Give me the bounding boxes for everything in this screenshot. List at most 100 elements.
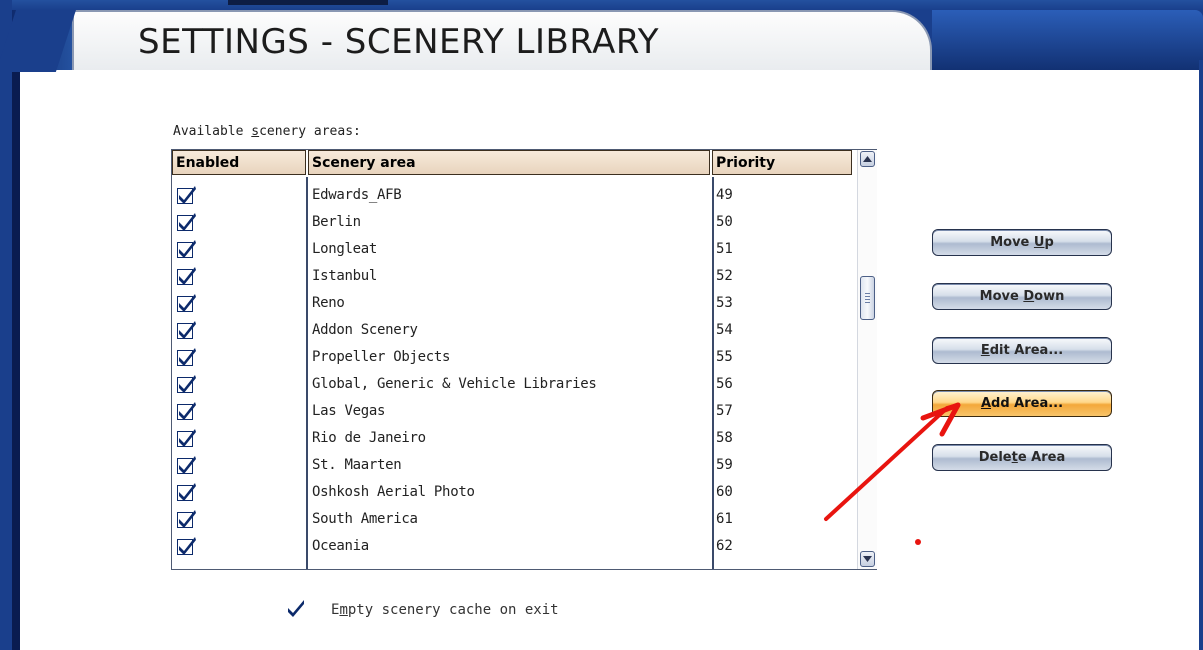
- grip-line: [865, 302, 870, 303]
- checkbox-checked-icon[interactable]: [177, 320, 197, 340]
- window-left-border: [0, 0, 12, 650]
- scenery-priority: 61: [716, 511, 733, 527]
- table-row[interactable]: Addon Scenery 54: [173, 317, 853, 344]
- scrollbar-thumb[interactable]: [860, 276, 875, 320]
- table-row[interactable]: Reno 53: [173, 290, 853, 317]
- scenery-priority: 59: [716, 457, 733, 473]
- scenery-area-name: St. Maarten: [312, 457, 402, 473]
- scenery-priority: 50: [716, 214, 733, 230]
- window-top-strip: [0, 0, 1203, 10]
- scenery-area-name: Global, Generic & Vehicle Libraries: [312, 376, 597, 392]
- scenery-priority: 56: [716, 376, 733, 392]
- scenery-area-name: Longleat: [312, 241, 378, 257]
- button-label-accel: D: [1023, 289, 1035, 304]
- label-part: pty scenery cache on exit: [347, 602, 559, 618]
- scenery-priority: 55: [716, 349, 733, 365]
- checkbox-checked-icon[interactable]: [177, 482, 197, 502]
- scenery-list-label: Available scenery areas:: [173, 124, 361, 139]
- checkbox-checked-icon[interactable]: [177, 347, 197, 367]
- grip-line: [865, 293, 870, 294]
- arrow-up-icon: [863, 156, 872, 162]
- scenery-area-name: Edwards_AFB: [312, 187, 402, 203]
- empty-cache-label[interactable]: Empty scenery cache on exit: [331, 602, 559, 618]
- empty-cache-checkbox[interactable]: [286, 598, 306, 622]
- scenery-area-name: Rio de Janeiro: [312, 430, 426, 446]
- checkbox-checked-icon[interactable]: [177, 455, 197, 475]
- window-right-border: [1199, 60, 1203, 650]
- checkbox-checked-icon[interactable]: [177, 266, 197, 286]
- label-part: cenery areas:: [259, 124, 361, 139]
- table-row[interactable]: Edwards_AFB 49: [173, 182, 853, 209]
- scenery-area-name: South America: [312, 511, 418, 527]
- scrollbar-track[interactable]: [857, 150, 877, 569]
- scenery-area-name: Oshkosh Aerial Photo: [312, 484, 475, 500]
- button-label-part: Move: [979, 289, 1024, 304]
- button-label-part: p: [1044, 235, 1054, 250]
- button-label-accel: U: [1033, 235, 1045, 250]
- button-label-part: e Area: [1017, 450, 1066, 465]
- column-header-priority[interactable]: Priority: [712, 150, 852, 175]
- arrow-down-icon: [863, 556, 872, 562]
- table-row[interactable]: Istanbul 52: [173, 263, 853, 290]
- scenery-priority: 58: [716, 430, 733, 446]
- checkbox-checked-icon[interactable]: [177, 401, 197, 421]
- table-row[interactable]: Las Vegas 57: [173, 398, 853, 425]
- scenery-priority: 57: [716, 403, 733, 419]
- button-label-part: dit Area...: [989, 343, 1064, 358]
- top-strip-mark: [228, 0, 388, 5]
- title-right-block: [932, 10, 1203, 70]
- button-label-accel: A: [980, 396, 992, 411]
- grip-line: [865, 299, 870, 300]
- table-row[interactable]: St. Maarten 59: [173, 452, 853, 479]
- move-down-button[interactable]: Move Down: [932, 283, 1112, 310]
- move-up-button[interactable]: Move Up: [932, 229, 1112, 256]
- scenery-area-name: Propeller Objects: [312, 349, 451, 365]
- checkbox-checked-icon[interactable]: [177, 509, 197, 529]
- table-row[interactable]: Longleat 51: [173, 236, 853, 263]
- column-header-enabled[interactable]: Enabled: [172, 150, 306, 175]
- label-accel: s: [251, 124, 260, 139]
- scenery-area-name: Las Vegas: [312, 403, 386, 419]
- scroll-up-button[interactable]: [860, 151, 875, 167]
- checkmark-icon: [288, 600, 304, 617]
- scenery-area-name: Berlin: [312, 214, 361, 230]
- checkbox-checked-icon[interactable]: [177, 239, 197, 259]
- table-row[interactable]: Propeller Objects 55: [173, 344, 853, 371]
- button-label-accel: E: [980, 343, 990, 358]
- checkbox-checked-icon[interactable]: [177, 536, 197, 556]
- table-row[interactable]: South America 61: [173, 506, 853, 533]
- label-accel: m: [339, 602, 348, 618]
- table-row[interactable]: Rio de Janeiro 58: [173, 425, 853, 452]
- label-part: Available: [173, 124, 252, 139]
- scenery-area-name: Addon Scenery: [312, 322, 418, 338]
- button-label-part: own: [1034, 289, 1065, 304]
- scenery-priority: 51: [716, 241, 733, 257]
- checkbox-checked-icon[interactable]: [177, 293, 197, 313]
- delete-area-button[interactable]: Delete Area: [932, 444, 1112, 471]
- checkbox-checked-icon[interactable]: [177, 374, 197, 394]
- column-header-scenery-area[interactable]: Scenery area: [308, 150, 710, 175]
- table-row[interactable]: Berlin 50: [173, 209, 853, 236]
- scenery-area-name: Reno: [312, 295, 345, 311]
- edit-area-button[interactable]: Edit Area...: [932, 337, 1112, 364]
- scenery-priority: 62: [716, 538, 733, 554]
- scenery-priority: 60: [716, 484, 733, 500]
- window-left-inner-border: [12, 60, 20, 650]
- button-label-part: Move: [990, 235, 1034, 250]
- scroll-down-button[interactable]: [860, 551, 875, 567]
- scenery-priority: 52: [716, 268, 733, 284]
- grip-line: [865, 296, 870, 297]
- checkbox-checked-icon[interactable]: [177, 185, 197, 205]
- table-row[interactable]: Global, Generic & Vehicle Libraries 56: [173, 371, 853, 398]
- page-title: SETTINGS - SCENERY LIBRARY: [138, 22, 660, 62]
- add-area-button[interactable]: Add Area...: [932, 390, 1112, 417]
- scenery-priority: 54: [716, 322, 733, 338]
- scenery-priority: 49: [716, 187, 733, 203]
- button-label-part: dd Area...: [991, 396, 1064, 411]
- checkbox-checked-icon[interactable]: [177, 212, 197, 232]
- table-row[interactable]: Oceania 62: [173, 533, 853, 560]
- table-row[interactable]: Oshkosh Aerial Photo 60: [173, 479, 853, 506]
- scenery-area-name: Istanbul: [312, 268, 378, 284]
- checkbox-checked-icon[interactable]: [177, 428, 197, 448]
- scenery-area-name: Oceania: [312, 538, 369, 554]
